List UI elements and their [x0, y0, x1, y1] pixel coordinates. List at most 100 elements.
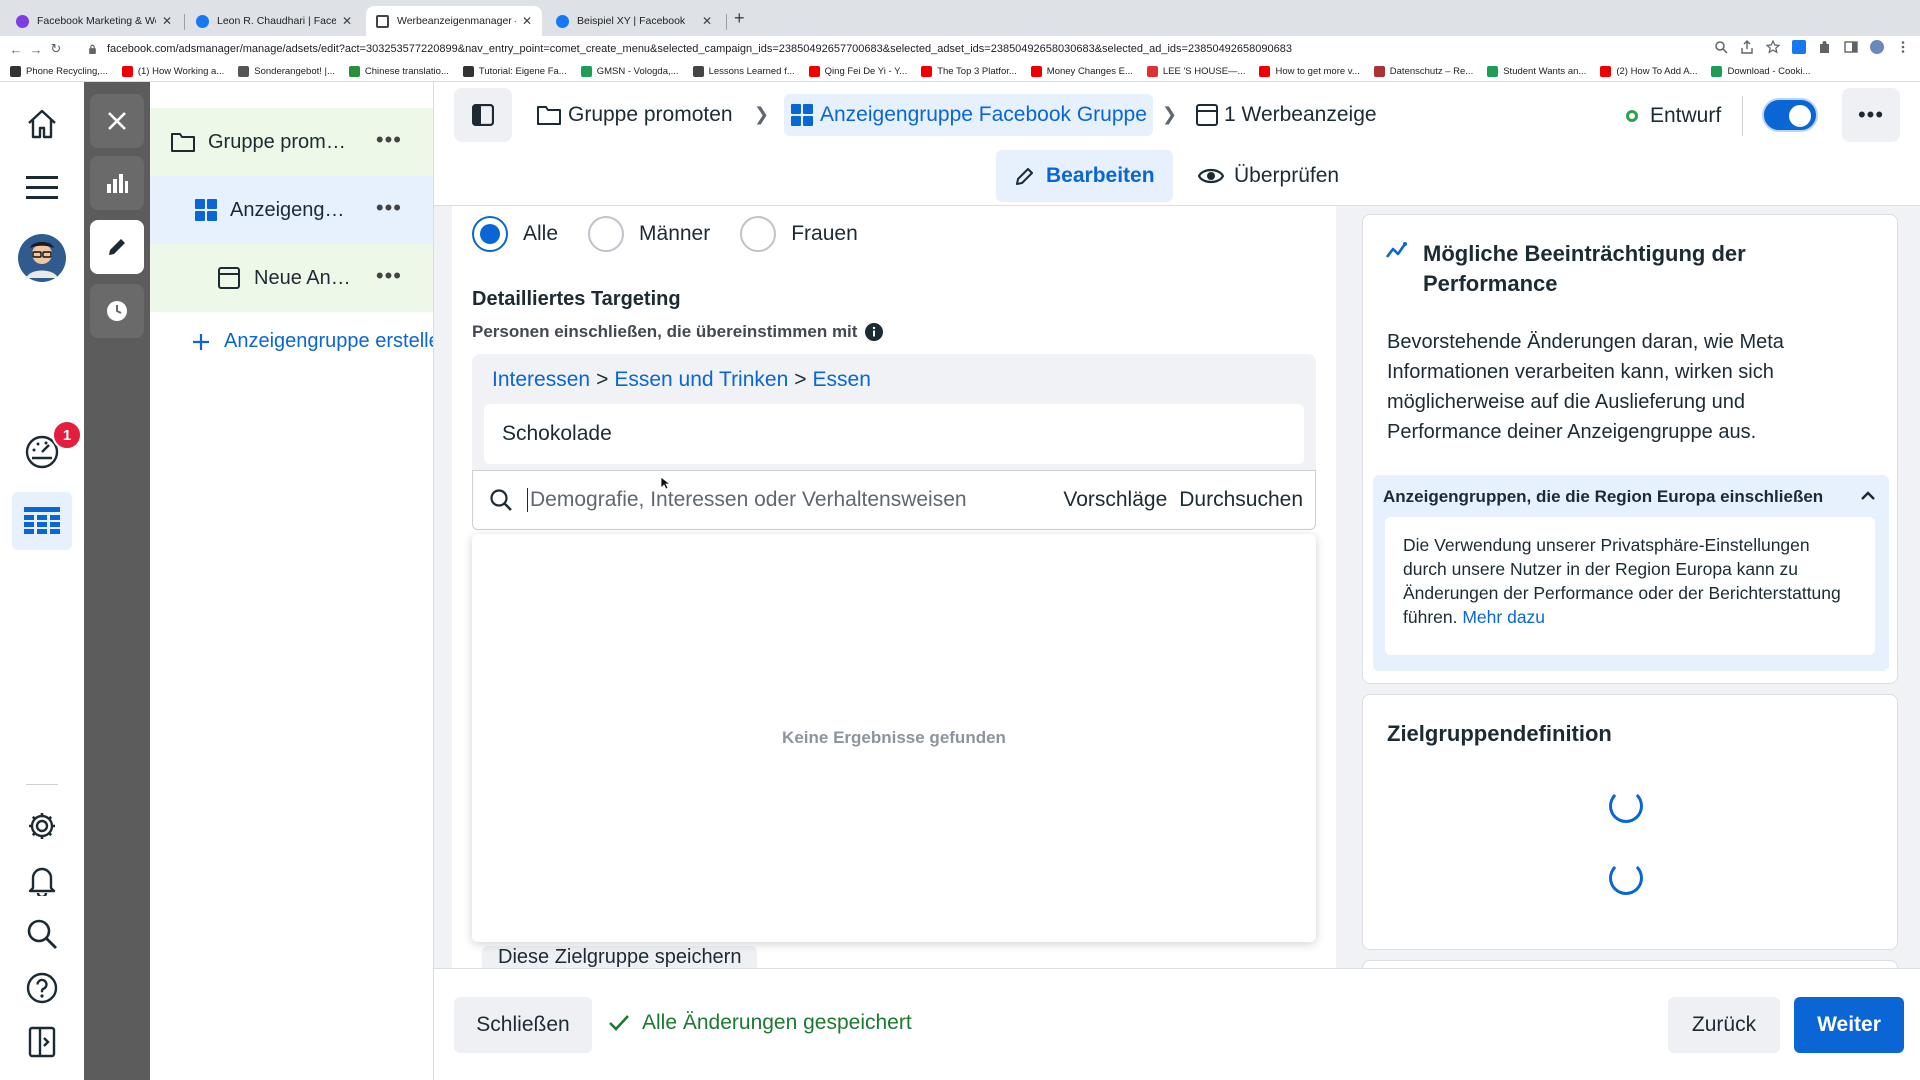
bookmark-item[interactable]: Tutorial: Eigene Fa... [462, 66, 567, 77]
facebook-extension-icon[interactable] [1792, 40, 1806, 54]
tab-close-icon[interactable]: ✕ [522, 14, 532, 28]
adset-grid-icon [791, 104, 813, 126]
saved-status: Alle Änderungen gespeichert [608, 1011, 912, 1035]
bookmark-item[interactable]: Lessons Learned f... [692, 66, 795, 77]
browser-tab-active[interactable]: Werbeanzeigenmanager – Wer… ✕ [366, 6, 542, 36]
chevron-up-icon[interactable] [1859, 487, 1877, 505]
help-icon[interactable] [22, 968, 62, 1008]
bookmark-item[interactable]: LEE 'S HOUSE—... [1146, 66, 1245, 77]
targeting-search-input[interactable] [527, 488, 1064, 512]
bookmark-item[interactable]: How to get more v... [1259, 66, 1360, 77]
bookmark-item[interactable]: The Top 3 Platfor... [921, 66, 1017, 77]
tree-item-ad[interactable]: Neue An… ••• [150, 244, 433, 312]
bookmark-item[interactable]: Datenschutz – Re... [1373, 66, 1473, 77]
back-arrow-icon[interactable]: ← [6, 42, 26, 57]
profile-avatar-icon[interactable] [1870, 40, 1884, 54]
bell-icon[interactable] [22, 860, 62, 900]
forward-arrow-icon[interactable]: → [26, 42, 46, 57]
path-food-link[interactable]: Essen [813, 368, 871, 391]
breadcrumb-ad[interactable]: 1 Werbeanzeige [1196, 94, 1377, 136]
more-options-icon[interactable]: ••• [376, 197, 402, 219]
extensions-puzzle-icon[interactable] [1818, 40, 1832, 54]
avatar[interactable] [18, 234, 66, 282]
history-button[interactable] [90, 284, 144, 338]
selected-interest-chip[interactable]: Schokolade [484, 404, 1304, 464]
search-icon[interactable] [22, 914, 62, 954]
gender-option-all[interactable]: Alle [472, 216, 558, 252]
edit-button[interactable] [90, 220, 144, 274]
edit-mode-button[interactable]: Bearbeiten [996, 150, 1173, 202]
create-adset-link[interactable]: Anzeigengruppe erstellen [192, 330, 433, 353]
campaign-tree: Gruppe prom… ••• Anzeigeng… ••• Neue An…… [150, 82, 434, 1080]
review-mode-button[interactable]: Überprüfen [1180, 150, 1357, 202]
folder-icon [537, 106, 561, 125]
bookmark-item[interactable]: Money Changes E... [1030, 66, 1133, 77]
campaigns-table-icon[interactable] [12, 492, 72, 550]
youtube-icon [121, 66, 133, 77]
bookmark-item[interactable]: Phone Recycling,... [10, 66, 108, 77]
tab-close-icon[interactable]: ✕ [162, 14, 172, 28]
save-audience-button[interactable]: Diese Zielgruppe speichern [482, 946, 758, 968]
report-panel-icon[interactable] [22, 1022, 62, 1062]
more-options-icon[interactable]: ••• [376, 265, 402, 287]
facebook-favicon-icon [196, 14, 209, 28]
browser-menu-icon[interactable] [1896, 40, 1910, 54]
plus-icon [193, 333, 209, 350]
reload-icon[interactable]: ↻ [46, 41, 66, 57]
suggestions-link[interactable]: Vorschläge [1063, 488, 1167, 512]
bookmark-item[interactable]: Download - Cooki... [1711, 66, 1810, 77]
youtube-icon [1259, 66, 1271, 77]
chevron-right-icon: ❯ [1162, 104, 1178, 124]
tree-item-adset[interactable]: Anzeigeng… ••• [150, 176, 433, 244]
new-tab-icon[interactable]: + [734, 9, 745, 27]
breadcrumb-campaign[interactable]: Gruppe promoten [536, 94, 733, 136]
checkmark-icon [609, 1015, 629, 1031]
bookmark-item[interactable]: Qing Fei De Yi - Y... [808, 66, 907, 77]
more-options-button[interactable]: ••• [1842, 88, 1900, 142]
share-icon[interactable] [1740, 40, 1754, 54]
bookmark-item[interactable]: (1) How Working a... [121, 66, 224, 77]
bookmark-star-icon[interactable] [1766, 40, 1780, 54]
breadcrumb-adset[interactable]: Anzeigengruppe Facebook Gruppe [784, 94, 1153, 136]
menu-icon[interactable] [22, 168, 62, 208]
info-icon[interactable] [865, 323, 884, 341]
bookmark-item[interactable]: Student Wants an... [1487, 66, 1586, 77]
gender-option-women[interactable]: Frauen [740, 216, 858, 252]
path-food-drink-link[interactable]: Essen und Trinken [614, 368, 788, 391]
close-editor-button[interactable] [90, 94, 144, 148]
sidebar-icon[interactable] [1844, 40, 1858, 54]
panel-toggle-icon [472, 104, 494, 126]
toggle-panel-button[interactable] [454, 88, 512, 142]
gender-option-men[interactable]: Männer [588, 216, 710, 252]
zoom-icon[interactable] [1714, 40, 1728, 54]
path-interests-link[interactable]: Interessen [492, 368, 590, 391]
tab-close-icon[interactable]: ✕ [342, 14, 352, 28]
browser-tab[interactable]: Beispiel XY | Facebook ✕ [546, 6, 722, 36]
back-button[interactable]: Zurück [1668, 997, 1780, 1053]
tab-close-icon[interactable]: ✕ [702, 14, 712, 28]
ad-icon [1196, 104, 1218, 126]
home-icon[interactable] [22, 104, 62, 144]
bookmark-item[interactable]: Chinese translatio... [348, 66, 449, 77]
gear-icon[interactable] [22, 806, 62, 846]
charts-button[interactable] [90, 156, 144, 210]
more-options-icon[interactable]: ••• [376, 129, 402, 151]
bookmark-item[interactable]: (2) How To Add A... [1600, 66, 1697, 77]
browser-tab[interactable]: Facebook Marketing & Werbea… ✕ [6, 6, 182, 36]
side-info-column: Mögliche Beeinträchtigung der Performanc… [1352, 206, 1920, 968]
close-button[interactable]: Schließen [454, 997, 592, 1053]
bookmark-item[interactable]: GMSN - Vologda,... [580, 66, 679, 77]
address-bar[interactable]: facebook.com/adsmanager/manage/adsets/ed… [88, 38, 1868, 60]
notification-badge: 1 [52, 420, 82, 450]
bookmark-item[interactable]: Sonderangebot! |... [238, 66, 335, 77]
tree-item-campaign[interactable]: Gruppe prom… ••• [150, 108, 433, 176]
youtube-icon [1600, 66, 1612, 77]
europe-accordion-heading[interactable]: Anzeigengruppen, die die Region Europa e… [1383, 487, 1823, 507]
youtube-icon [921, 66, 933, 77]
active-toggle[interactable] [1762, 98, 1818, 132]
browse-link[interactable]: Durchsuchen [1179, 488, 1303, 512]
browser-tab[interactable]: Leon R. Chaudhari | Facebook ✕ [186, 6, 362, 36]
next-button[interactable]: Weiter [1794, 997, 1904, 1053]
europe-region-accordion[interactable]: Anzeigengruppen, die die Region Europa e… [1373, 475, 1889, 671]
learn-more-link[interactable]: Mehr dazu [1462, 607, 1545, 627]
